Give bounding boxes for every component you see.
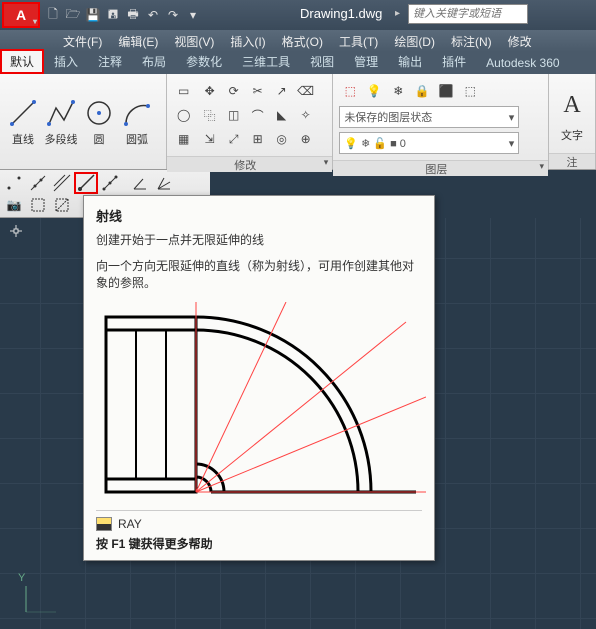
tab-plugins[interactable]: 插件 (432, 49, 476, 74)
tool-xline-icon[interactable] (50, 172, 74, 194)
tool-measure-icon[interactable] (98, 172, 122, 194)
tab-3dtools[interactable]: 三维工具 (232, 49, 300, 74)
layer-current-combo[interactable]: 💡 ❄ 🔓 ■ 0▾ (339, 132, 519, 154)
trim-icon[interactable]: ✂ (247, 80, 269, 102)
panel-annotation-title: 注 (549, 153, 595, 169)
layer-off-icon[interactable]: 💡 (363, 80, 385, 102)
tool-divide-icon[interactable] (26, 172, 50, 194)
line-button[interactable]: 直线 (4, 97, 42, 147)
stretch-icon[interactable]: ⇲ (199, 128, 221, 150)
tab-layout[interactable]: 布局 (132, 49, 176, 74)
tab-view[interactable]: 视图 (300, 49, 344, 74)
line-icon (7, 97, 39, 129)
tooltip-description: 向一个方向无限延伸的直线（称为射线），可用作创建其他对象的参照。 (96, 258, 422, 292)
layer-state-combo[interactable]: 未保存的图层状态▾ (339, 106, 519, 128)
quick-access-toolbar: 🗋 🗁 💾 🖪 🖶 ↶ ↷ ▾ (44, 6, 202, 24)
layer-freeze-icon[interactable]: ❄ (387, 80, 409, 102)
ribbon: 直线 多段线 圆 圆弧 ▭ ◯ ▦ (0, 74, 596, 170)
extend-icon[interactable]: ↗ (271, 80, 293, 102)
undo-icon[interactable]: ↶ (144, 6, 162, 24)
mirror-icon[interactable]: ◫ (223, 104, 245, 126)
search-input[interactable] (408, 4, 528, 24)
tooltip-title: 射线 (96, 206, 422, 225)
scale-icon[interactable]: ⤢ (223, 128, 245, 150)
tooltip-subtitle: 创建开始于一点并无限延伸的线 (96, 231, 422, 248)
circle-button[interactable]: 圆 (80, 97, 118, 147)
save-icon[interactable]: 💾 (84, 6, 102, 24)
menu-modify[interactable]: 修改 (500, 30, 540, 53)
panel-layers: ⬚ 💡 ❄ 🔒 ⬛ ⬚ 未保存的图层状态▾ 💡 ❄ 🔓 ■ 0▾ 图层▾ (333, 74, 549, 169)
copy-icon[interactable]: ⿻ (199, 104, 221, 126)
tool-angle1-icon[interactable] (128, 172, 152, 194)
tool-camera-icon[interactable]: 📷 (2, 194, 26, 216)
tool-point-icon[interactable] (2, 172, 26, 194)
document-title: Drawing1.dwg (300, 6, 382, 21)
offset-icon[interactable]: ◎ (271, 128, 293, 150)
tooltip-help: 按 F1 键获得更多帮助 (96, 535, 422, 552)
tooltip-panel: 射线 创建开始于一点并无限延伸的线 向一个方向无限延伸的直线（称为射线），可用作… (83, 195, 435, 561)
tab-output[interactable]: 输出 (388, 49, 432, 74)
ucs-icon: Y (18, 572, 58, 614)
redo-icon[interactable]: ↷ (164, 6, 182, 24)
layer-prop-icon[interactable]: ⬚ (339, 80, 361, 102)
panel-draw: 直线 多段线 圆 圆弧 (0, 74, 167, 169)
rotate-icon[interactable]: ⟳ (223, 80, 245, 102)
tab-annotate[interactable]: 注释 (88, 49, 132, 74)
rectangle-icon[interactable]: ▭ (173, 80, 195, 102)
tab-manage[interactable]: 管理 (344, 49, 388, 74)
tab-default[interactable]: 默认 (0, 49, 44, 74)
erase-icon[interactable]: ⌫ (295, 80, 317, 102)
print-icon[interactable]: 🖶 (124, 6, 142, 24)
tab-parametric[interactable]: 参数化 (176, 49, 232, 74)
panel-modify-title: 修改▾ (167, 156, 333, 172)
app-logo[interactable]: A▾ (2, 2, 40, 28)
polyline-button[interactable]: 多段线 (42, 97, 80, 147)
array-icon[interactable]: ⊞ (247, 128, 269, 150)
tool-region1-icon[interactable] (26, 194, 50, 216)
arc-icon (121, 97, 153, 129)
panel-modify: ▭ ◯ ▦ ✥ ⟳ ✂ ↗ ⌫ ⿻ ◫ ⌒ ◣ ✧ ⇲ ⤢ ⊞ (167, 74, 334, 169)
tab-insert[interactable]: 插入 (44, 49, 88, 74)
hatch-icon[interactable]: ▦ (173, 128, 195, 150)
ribbon-tabs: 默认 插入 注释 布局 参数化 三维工具 视图 管理 输出 插件 Autodes… (0, 52, 596, 74)
qat-dropdown-icon[interactable]: ▾ (184, 6, 202, 24)
chamfer-icon[interactable]: ◣ (271, 104, 293, 126)
explode-icon[interactable]: ✧ (295, 104, 317, 126)
layer-iso-icon[interactable]: ⬚ (459, 80, 481, 102)
circle-icon (83, 97, 115, 129)
arc-button[interactable]: 圆弧 (118, 97, 156, 147)
move-icon[interactable]: ✥ (199, 80, 221, 102)
command-icon (96, 517, 112, 531)
tool-ray-button[interactable] (74, 172, 98, 194)
new-icon[interactable]: 🗋 (44, 6, 62, 24)
fillet-icon[interactable]: ⌒ (247, 104, 269, 126)
tooltip-illustration (96, 302, 426, 502)
panel-annotation: A 文字 注 (549, 74, 596, 169)
tool-angle2-icon[interactable] (152, 172, 176, 194)
saveas-icon[interactable]: 🖪 (104, 6, 122, 24)
polyline-icon (45, 97, 77, 129)
ellipse-icon[interactable]: ◯ (173, 104, 195, 126)
layer-match-icon[interactable]: ⬛ (435, 80, 457, 102)
open-icon[interactable]: 🗁 (64, 6, 82, 24)
title-bar: A▾ 🗋 🗁 💾 🖪 🖶 ↶ ↷ ▾ Drawing1.dwg ▸ (0, 0, 596, 30)
tooltip-footer: RAY (96, 510, 422, 531)
tool-region2-icon[interactable] (50, 194, 74, 216)
layer-lock-icon[interactable]: 🔒 (411, 80, 433, 102)
tooltip-command: RAY (118, 517, 142, 531)
tab-autodesk360[interactable]: Autodesk 360 (476, 52, 569, 74)
text-icon: A (553, 84, 591, 127)
join-icon[interactable]: ⊕ (295, 128, 317, 150)
text-button[interactable]: A 文字 (553, 84, 591, 143)
title-arrow-icon[interactable]: ▸ (395, 8, 400, 19)
panel-layers-title: 图层▾ (333, 160, 548, 176)
